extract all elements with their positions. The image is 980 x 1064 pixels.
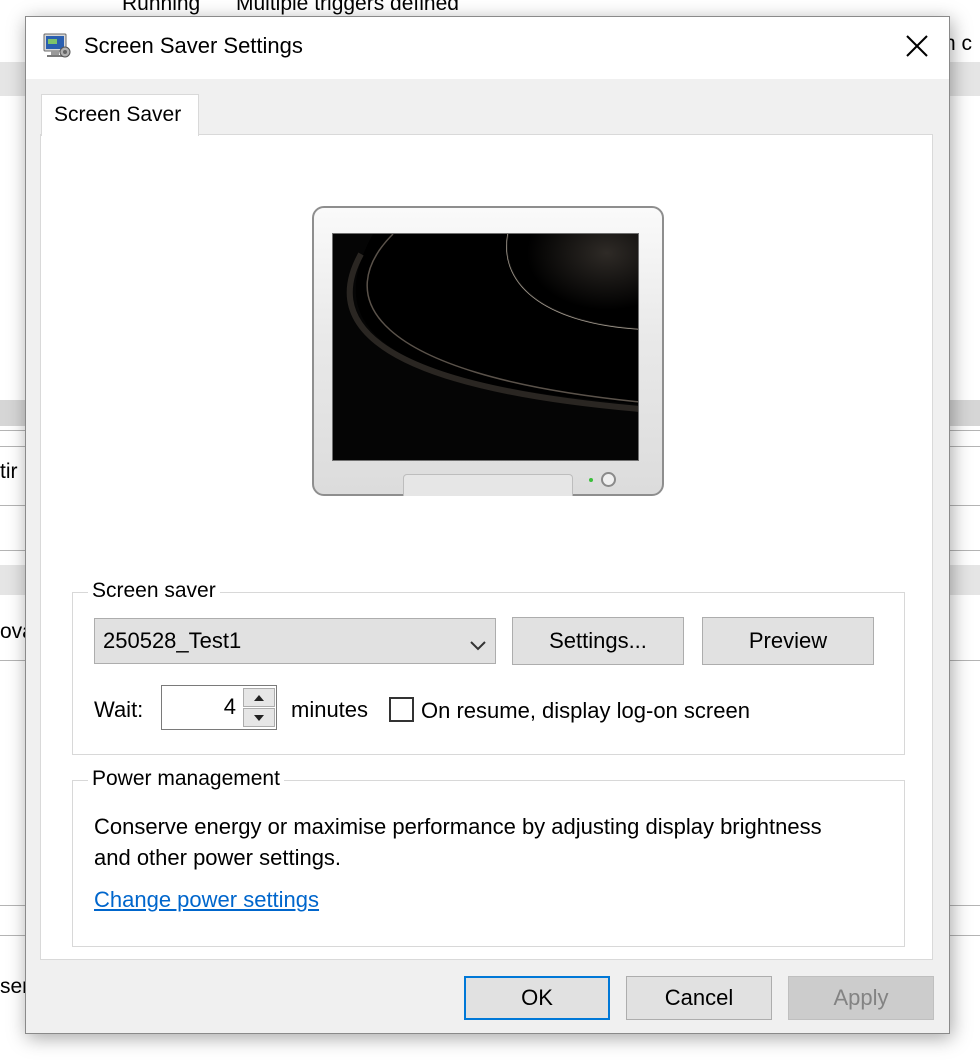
tab-screen-saver[interactable]: Screen Saver [41, 94, 199, 136]
screen-saver-group: Screen saver 250528_Test1 Settings... Pr… [72, 579, 905, 755]
wait-label: Wait: [94, 697, 144, 722]
spin-down-button[interactable] [243, 708, 275, 727]
preview-screen [332, 233, 639, 461]
title-bar[interactable]: Screen Saver Settings [26, 17, 949, 79]
power-led [589, 478, 593, 482]
dialog-title: Screen Saver Settings [84, 33, 303, 58]
minutes-label: minutes [291, 697, 369, 722]
screen-saver-select[interactable]: 250528_Test1 [94, 618, 496, 664]
preview-button[interactable]: Preview [702, 617, 874, 665]
tab-panel-screen-saver: Screen saver 250528_Test1 Settings... Pr… [40, 134, 933, 960]
power-management-group-label: Power management [88, 767, 284, 791]
wait-minutes-stepper [243, 688, 275, 728]
resume-logon-label[interactable]: On resume, display log-on screen [421, 698, 750, 724]
spin-up-button[interactable] [243, 688, 275, 707]
bg-row-status: Running [122, 0, 201, 15]
change-power-settings-link[interactable]: Change power settings [94, 887, 319, 913]
power-management-group: Power management Conserve energy or maxi… [72, 767, 905, 947]
screen-saver-settings-dialog: Screen Saver Settings Screen Saver Scree… [25, 16, 950, 1034]
preview-monitor [312, 206, 664, 496]
resume-logon-checkbox[interactable] [389, 697, 414, 722]
ok-button[interactable]: OK [464, 976, 610, 1020]
chevron-down-icon [469, 632, 487, 658]
screen-saver-selected-value: 250528_Test1 [103, 628, 242, 653]
close-icon [906, 34, 928, 62]
bg-fragment-left-1: tir [0, 460, 18, 483]
power-description: Conserve energy or maximise performance … [94, 814, 822, 870]
settings-button[interactable]: Settings... [512, 617, 684, 665]
bg-row-triggers: Multiple triggers defined [236, 0, 459, 15]
screen-saver-group-label: Screen saver [88, 579, 220, 603]
monitor-settings-icon [42, 31, 72, 61]
apply-button[interactable]: Apply [788, 976, 934, 1020]
triangle-up-icon [253, 689, 265, 707]
triangle-down-icon [253, 709, 265, 727]
close-button[interactable] [885, 17, 949, 79]
cancel-button[interactable]: Cancel [626, 976, 772, 1020]
power-button-icon [601, 472, 616, 487]
monitor-base [403, 474, 573, 496]
